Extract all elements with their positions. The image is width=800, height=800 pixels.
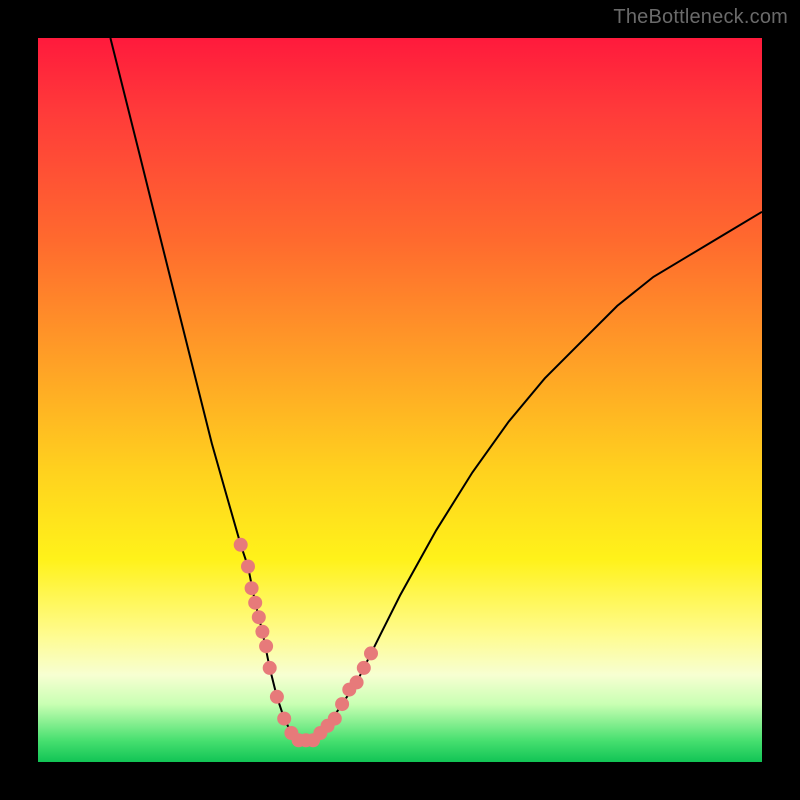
curve-svg <box>38 38 762 762</box>
marker-point <box>357 661 371 675</box>
marker-point <box>270 690 284 704</box>
marker-point <box>259 639 273 653</box>
marker-point <box>263 661 277 675</box>
watermark-text: TheBottleneck.com <box>613 6 788 29</box>
marker-point <box>234 538 248 552</box>
marker-point <box>335 697 349 711</box>
marker-point <box>277 712 291 726</box>
bottleneck-curve <box>110 38 762 740</box>
marker-point <box>241 560 255 574</box>
marker-group <box>234 538 378 748</box>
chart-frame: TheBottleneck.com <box>0 0 800 800</box>
marker-point <box>248 596 262 610</box>
marker-point <box>350 675 364 689</box>
marker-point <box>364 646 378 660</box>
marker-point <box>328 712 342 726</box>
plot-area <box>38 38 762 762</box>
marker-point <box>255 625 269 639</box>
marker-point <box>245 581 259 595</box>
marker-point <box>252 610 266 624</box>
